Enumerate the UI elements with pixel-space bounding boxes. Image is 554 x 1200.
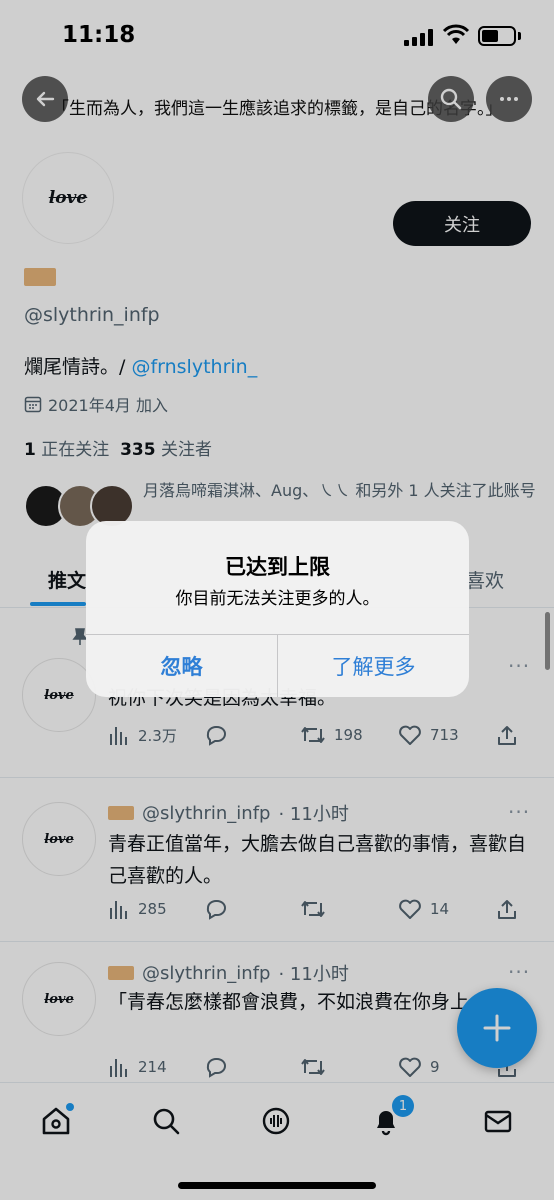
learn-more-button[interactable]: 了解更多 bbox=[278, 635, 469, 697]
limit-alert-dialog: 已达到上限 你目前无法关注更多的人。 忽略 了解更多 bbox=[86, 521, 469, 697]
ignore-button[interactable]: 忽略 bbox=[86, 635, 277, 697]
alert-title: 已达到上限 bbox=[225, 555, 330, 579]
alert-message: 你目前无法关注更多的人。 bbox=[175, 589, 380, 609]
scrollbar[interactable] bbox=[545, 612, 550, 670]
